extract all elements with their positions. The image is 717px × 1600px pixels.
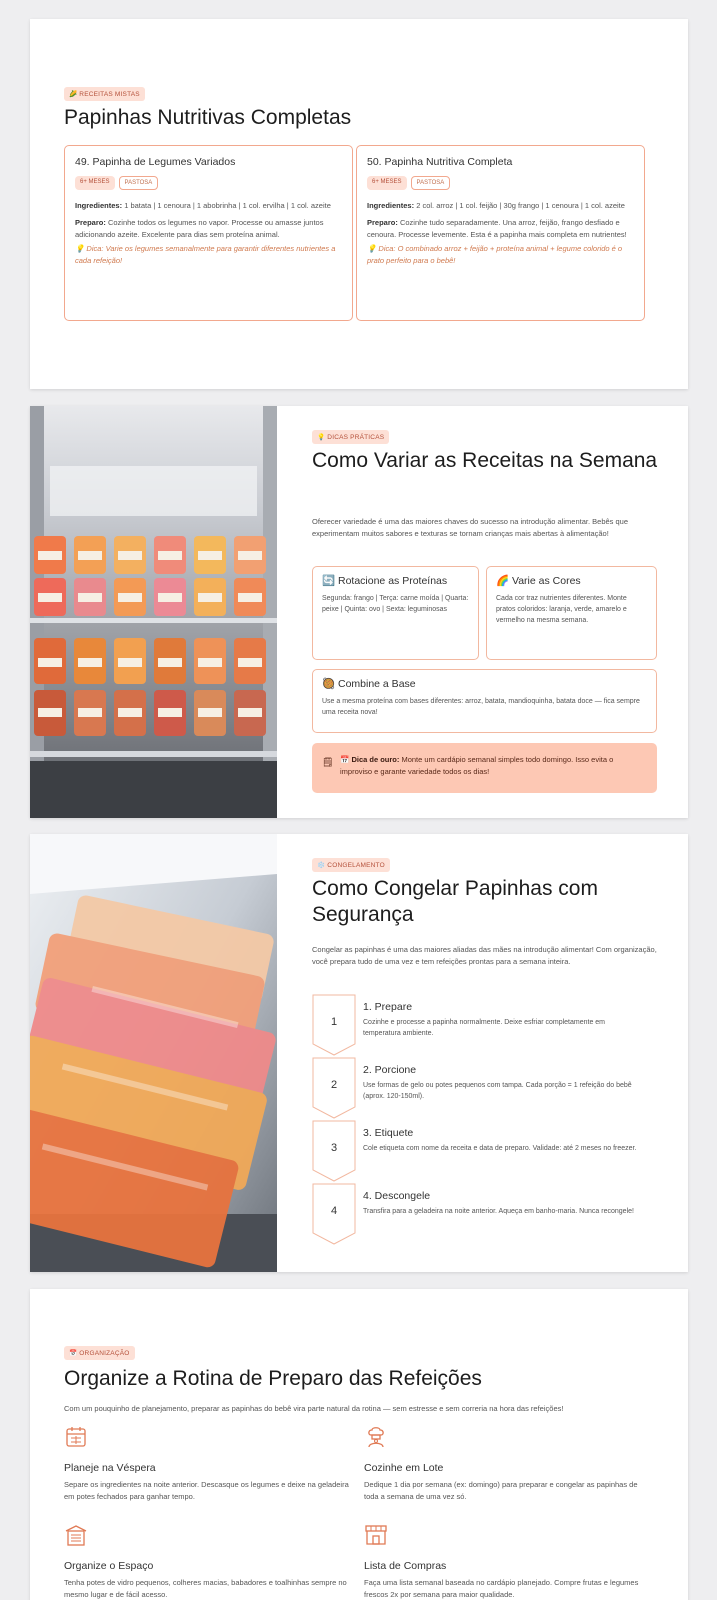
variation-tips-section: 💡 Dicas Práticas Como Variar as Receitas… [30, 406, 688, 818]
step-text: Transfira para a geladeira na noite ante… [363, 1208, 634, 1215]
calendar-icon: 📅 [340, 755, 350, 764]
section-tag: ❄️ Congelamento [312, 858, 390, 872]
tip-card: 🌈 Varie as Cores Cada cor traz nutriente… [486, 566, 657, 660]
section-title: Papinhas Nutritivas Completas [64, 106, 352, 129]
section-tag: 📅 Organização [64, 1346, 135, 1360]
step-title: 3. Etiquete [363, 1127, 414, 1139]
ingredients-label: Ingredientes: [367, 201, 415, 210]
organize-item-text: Faça uma lista semanal baseada no cardáp… [364, 1578, 639, 1599]
step-item: 2 2. Porcione Use formas de gelo ou pote… [312, 1057, 662, 1119]
store-icon [365, 1525, 387, 1545]
tip-card-title: 🔄 Rotacione as Proteínas [322, 575, 448, 587]
organize-item: Lista de Compras Faça uma lista semanal … [364, 1523, 654, 1600]
step-text: Cozinhe e processe a papinha normalmente… [363, 1019, 606, 1038]
tip-card: 🔄 Rotacione as Proteínas Segunda: frango… [312, 566, 479, 660]
organize-item-title: Organize o Espaço [64, 1560, 154, 1572]
section-title: Organize a Rotina de Preparo das Refeiçõ… [64, 1367, 482, 1390]
step-text: Cole etiqueta com nome da receita e data… [363, 1145, 637, 1152]
recipe-title: 49. Papinha de Legumes Variados [75, 156, 236, 168]
age-badge: 6+ meses [367, 176, 407, 190]
ingredients-text: 1 batata | 1 cenoura | 1 abobrinha | 1 c… [124, 201, 331, 210]
section-intro: Oferecer variedade é uma das maiores cha… [312, 517, 629, 538]
organize-item-title: Planeje na Véspera [64, 1462, 156, 1474]
step-text: Use formas de gelo ou potes pequenos com… [363, 1082, 632, 1101]
step-number: 2 [330, 1079, 338, 1091]
tip-card-title: 🌈 Varie as Cores [496, 575, 581, 587]
organize-item: Cozinhe em Lote Dedique 1 dia por semana… [364, 1425, 654, 1503]
prep-text: Cozinhe tudo separadamente. Una arroz, f… [367, 218, 627, 239]
gold-tip-callout: 🗒 📅 Dica de ouro: Monte um cardápio sema… [312, 743, 657, 793]
tip-card-text: Segunda: frango | Terça: carne moída | Q… [322, 595, 469, 614]
section-tag: 🌽 Receitas Mistas [64, 87, 145, 101]
organize-item-text: Tenha potes de vidro pequenos, colheres … [64, 1578, 347, 1599]
frozen-portions-photo [30, 834, 277, 1272]
step-title: 2. Porcione [363, 1064, 417, 1076]
cabinet-icon [65, 1525, 87, 1546]
ingredients-label: Ingredientes: [75, 201, 123, 210]
texture-badge: Pastosa [118, 176, 159, 190]
calendar-icon [66, 1427, 86, 1447]
tip-card-text: Use a mesma proteína com bases diferente… [322, 698, 640, 717]
age-badge: 6+ meses [75, 176, 115, 190]
note-icon: 🗒 [322, 757, 334, 767]
section-tag: 💡 Dicas Práticas [312, 430, 390, 444]
section-title: Como Variar as Receitas na Semana [312, 449, 658, 472]
step-item: 1 1. Prepare Cozinhe e processe a papinh… [312, 994, 662, 1056]
organize-item-title: Lista de Compras [364, 1560, 447, 1572]
section-title: Como Congelar Papinhas com Segurança [312, 877, 598, 926]
step-title: 1. Prepare [363, 1001, 413, 1013]
organization-section: 📅 Organização Organize a Rotina de Prepa… [30, 1289, 688, 1600]
ingredients-text: 2 col. arroz | 1 col. feijão | 30g frang… [416, 201, 625, 210]
chef-icon [368, 1427, 384, 1448]
gold-tip-label: Dica de ouro: [351, 755, 400, 764]
organize-item-text: Dedique 1 dia por semana (ex: domingo) p… [364, 1480, 638, 1501]
recipe-card: 50. Papinha Nutritiva Completa 6+ meses … [356, 145, 645, 321]
organize-item-text: Separe os ingredientes na noite anterior… [64, 1480, 349, 1501]
step-item: 4 4. Descongele Transfira para a geladei… [312, 1183, 662, 1245]
step-number: 1 [330, 1016, 338, 1028]
mixed-recipes-section: 🌽 Receitas Mistas Papinhas Nutritivas Co… [30, 19, 688, 389]
step-title: 4. Descongele [363, 1190, 431, 1202]
texture-badge: Pastosa [410, 176, 451, 190]
recipe-tip: 💡 Dica: Varie os legumes semanalmente pa… [75, 244, 336, 265]
step-number: 3 [330, 1142, 338, 1154]
section-intro: Congelar as papinhas é uma das maiores a… [312, 945, 657, 966]
step-number: 4 [330, 1205, 338, 1217]
freezing-section: ❄️ Congelamento Como Congelar Papinhas c… [30, 834, 688, 1272]
organize-item: Organize o Espaço Tenha potes de vidro p… [64, 1523, 354, 1600]
step-item: 3 3. Etiquete Cole etiqueta com nome da … [312, 1120, 662, 1182]
section-intro: Com um pouquinho de planejamento, prepar… [64, 1404, 564, 1413]
organize-item: Planeje na Véspera Separe os ingrediente… [64, 1425, 354, 1503]
recipe-card: 49. Papinha de Legumes Variados 6+ meses… [64, 145, 353, 321]
tip-card: 🥘 Combine a Base Use a mesma proteína co… [312, 669, 657, 733]
tip-card-title: 🥘 Combine a Base [322, 678, 416, 690]
recipe-title: 50. Papinha Nutritiva Completa [367, 156, 513, 168]
organize-item-title: Cozinhe em Lote [364, 1462, 444, 1474]
tip-card-text: Cada cor traz nutrientes diferentes. Mon… [496, 595, 627, 625]
fridge-jars-photo [30, 406, 277, 818]
prep-label: Preparo: [367, 218, 398, 227]
prep-text: Cozinhe todos os legumes no vapor. Proce… [75, 218, 324, 239]
prep-label: Preparo: [75, 218, 106, 227]
recipe-tip: 💡 Dica: O combinado arroz + feijão + pro… [367, 244, 623, 265]
